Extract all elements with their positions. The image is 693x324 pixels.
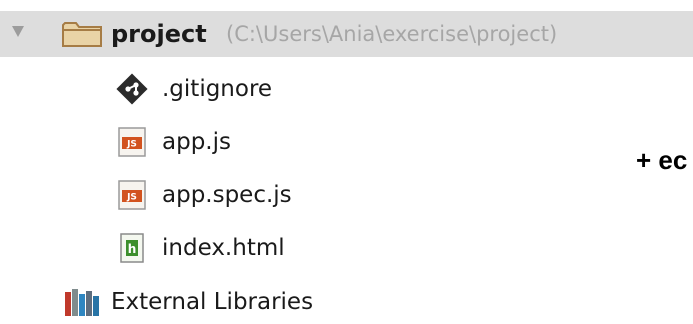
library-icon xyxy=(65,289,99,316)
file-label: app.spec.js xyxy=(162,182,292,208)
annotation-text: + ec xyxy=(636,144,688,175)
tree-node-project[interactable]: project (C:\Users\Ania\exercise\project) xyxy=(0,11,693,57)
git-icon xyxy=(116,73,148,105)
file-label: app.js xyxy=(162,129,231,155)
file-label: .gitignore xyxy=(162,76,273,102)
tree-node-file[interactable]: .gitignore xyxy=(0,67,400,111)
svg-text:h: h xyxy=(128,242,137,256)
tree-node-file[interactable]: h index.html xyxy=(0,226,400,270)
project-tree: project (C:\Users\Ania\exercise\project)… xyxy=(0,0,693,320)
js-file-icon: JS xyxy=(118,180,146,210)
js-file-icon: JS xyxy=(118,127,146,157)
chevron-down-icon[interactable] xyxy=(12,26,24,37)
folder-icon xyxy=(62,22,102,47)
project-path: (C:\Users\Ania\exercise\project) xyxy=(226,22,558,46)
external-libraries-label: External Libraries xyxy=(111,289,314,315)
tree-node-file[interactable]: JS app.js xyxy=(0,120,400,164)
tree-node-file[interactable]: JS app.spec.js xyxy=(0,173,400,217)
svg-text:JS: JS xyxy=(126,193,137,203)
svg-text:JS: JS xyxy=(126,140,137,150)
tree-node-external-libraries[interactable]: External Libraries xyxy=(0,280,400,324)
file-label: index.html xyxy=(162,235,285,261)
project-name: project xyxy=(111,20,207,48)
html-file-icon: h xyxy=(120,233,144,263)
